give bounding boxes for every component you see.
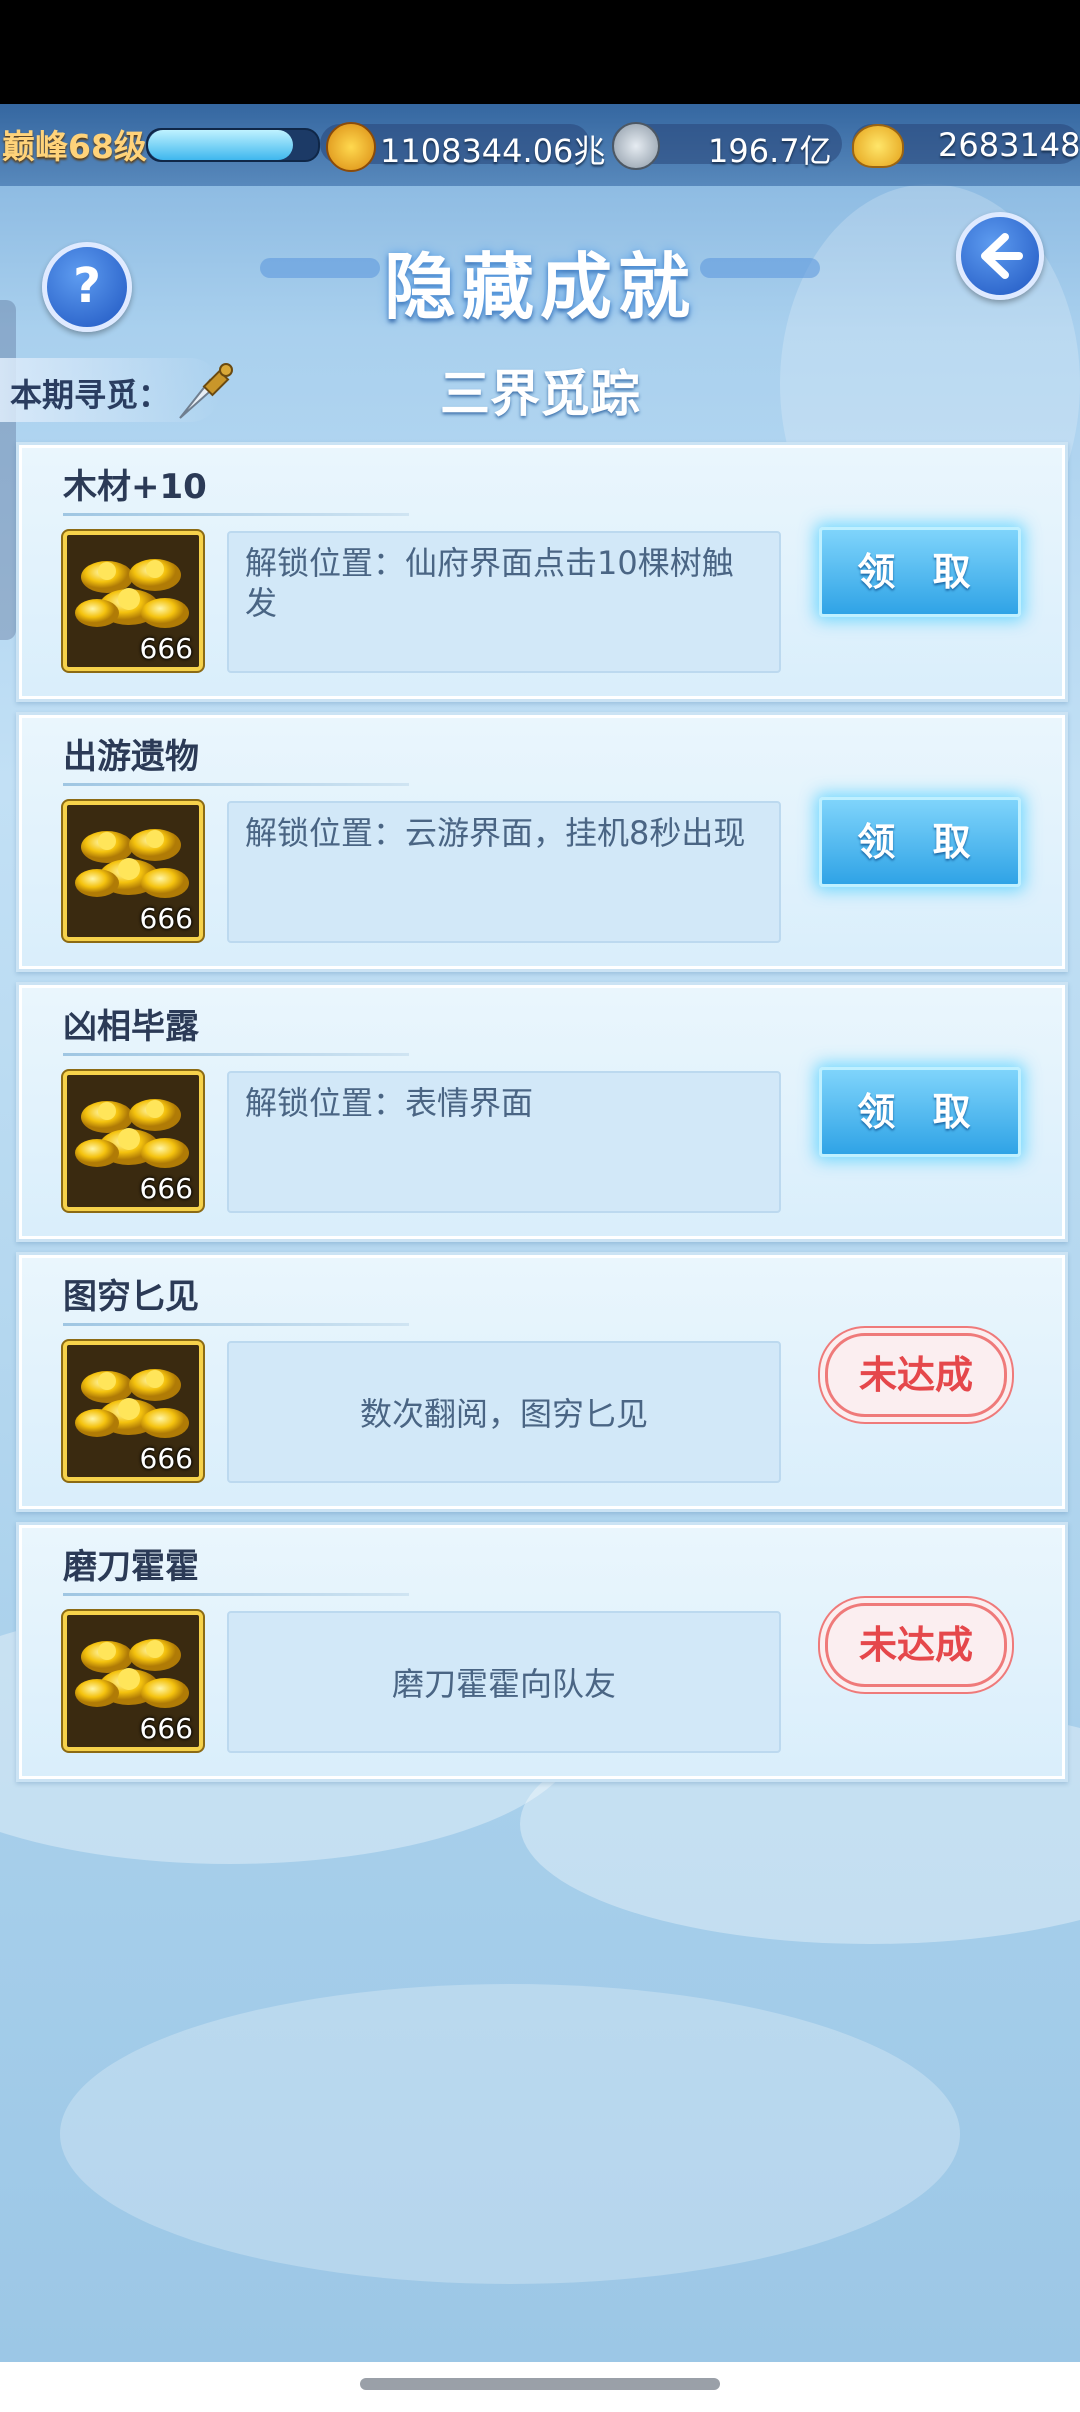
claim-button[interactable]: 领 取 [819, 527, 1021, 617]
status-bar [0, 0, 1080, 104]
combat-power-value: 1108344.06兆 [380, 132, 606, 170]
reward-item[interactable]: 666 [63, 1341, 203, 1481]
gold-ingot-icon [852, 124, 904, 168]
achievement-title: 木材+10 [63, 467, 207, 507]
description-box: 磨刀霍霍向队友 [227, 1611, 781, 1753]
dagger-icon [179, 363, 233, 419]
period-subtitle: 三界觅踪 [440, 365, 640, 423]
description-box: 解锁位置：仙府界面点击10棵树触发 [227, 531, 781, 673]
description-box: 解锁位置：云游界面，挂机8秒出现 [227, 801, 781, 943]
title-divider [63, 1053, 409, 1056]
reward-count: 666 [139, 632, 193, 665]
achievement-card: 出游遗物 666 解锁位置：云游界面，挂机8秒出现 领 取 [16, 712, 1068, 972]
achievement-title: 图穷匕见 [63, 1277, 199, 1317]
achievement-card: 凶相毕露 666 解锁位置：表情界面 领 取 [16, 982, 1068, 1242]
exp-bar [146, 128, 320, 162]
achievement-description: 解锁位置：仙府界面点击10棵树触发 [245, 544, 734, 622]
silver-coin-icon [612, 122, 660, 170]
reward-count: 666 [139, 902, 193, 935]
combat-power-icon [326, 122, 376, 172]
peak-level-label: 巅峰68级 [2, 127, 147, 166]
achievement-title: 磨刀霍霍 [63, 1547, 199, 1587]
description-box: 数次翻阅，图穷匕见 [227, 1341, 781, 1483]
title-divider [63, 783, 409, 786]
description-box: 解锁位置：表情界面 [227, 1071, 781, 1213]
exp-bar-fill [148, 130, 293, 160]
side-edge-tab[interactable] [0, 300, 16, 640]
gold-value: 2683148 [938, 126, 1080, 164]
achievement-description: 解锁位置：云游界面，挂机8秒出现 [245, 814, 746, 852]
claim-button[interactable]: 领 取 [819, 797, 1021, 887]
reward-item[interactable]: 666 [63, 531, 203, 671]
achievement-description: 数次翻阅，图穷匕见 [359, 1395, 648, 1433]
title-divider [63, 1323, 409, 1326]
incomplete-badge: 未达成 [825, 1333, 1007, 1417]
reward-item[interactable]: 666 [63, 1611, 203, 1751]
title-divider [63, 1593, 409, 1596]
back-button[interactable] [956, 212, 1044, 300]
back-arrow-icon [981, 233, 1023, 279]
reward-count: 666 [139, 1442, 193, 1475]
reward-count: 666 [139, 1172, 193, 1205]
help-button[interactable]: ? [42, 242, 132, 332]
period-label: 本期寻觅： [10, 376, 171, 414]
home-indicator[interactable] [360, 2378, 720, 2390]
page-title: 隐藏成就 [383, 245, 696, 329]
reward-item[interactable]: 666 [63, 1071, 203, 1211]
reward-count: 666 [139, 1712, 193, 1745]
achievement-card: 磨刀霍霍 666 磨刀霍霍向队友 未达成 [16, 1522, 1068, 1782]
achievement-card: 木材+10 666 解锁位置：仙府界面点击10棵树触发 领 取 [16, 442, 1068, 702]
achievement-description: 解锁位置：表情界面 [245, 1084, 534, 1122]
reward-item[interactable]: 666 [63, 801, 203, 941]
silver-value: 196.7亿 [708, 132, 832, 170]
incomplete-badge: 未达成 [825, 1603, 1007, 1687]
achievement-title: 出游遗物 [63, 737, 199, 777]
achievement-description: 磨刀霍霍向队友 [391, 1665, 616, 1703]
achievement-card: 图穷匕见 666 数次翻阅，图穷匕见 未达成 [16, 1252, 1068, 1512]
title-divider [63, 513, 409, 516]
achievement-title: 凶相毕露 [63, 1007, 199, 1047]
claim-button[interactable]: 领 取 [819, 1067, 1021, 1157]
